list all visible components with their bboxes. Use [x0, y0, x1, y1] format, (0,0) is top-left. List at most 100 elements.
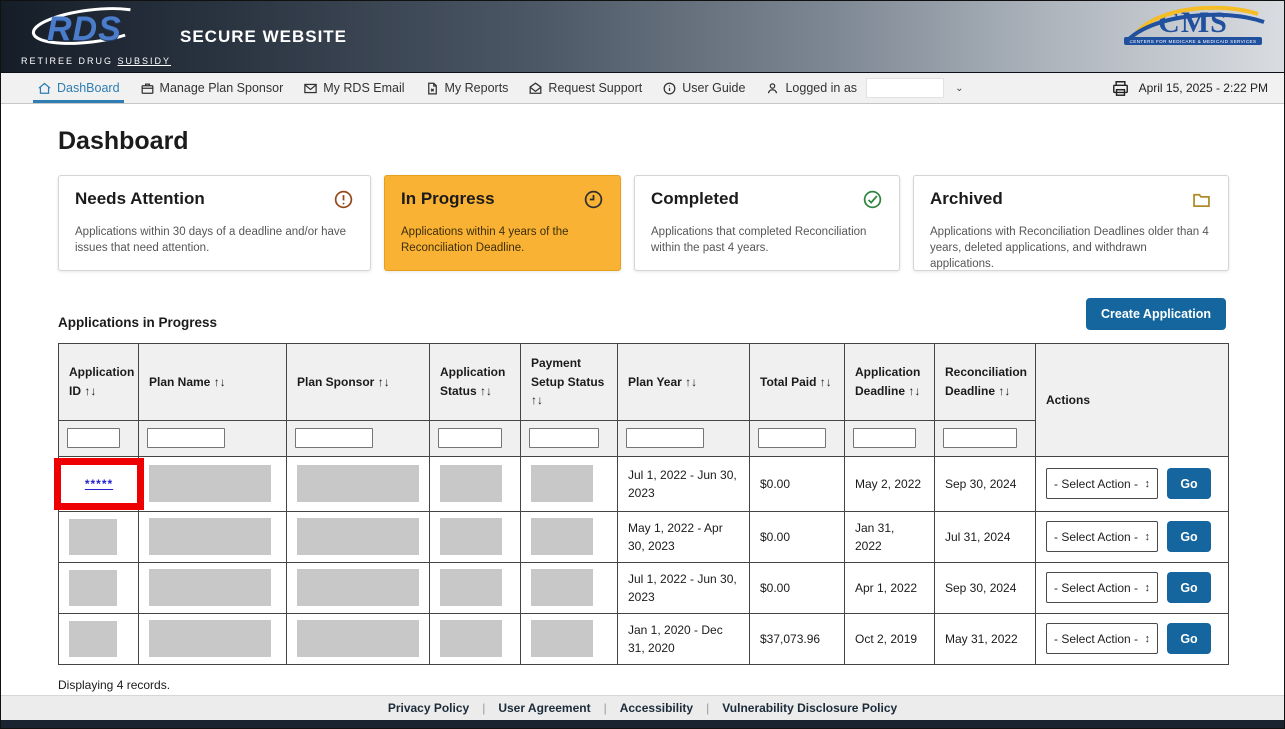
redacted-payment-setup-status: [531, 620, 593, 657]
plan-year-cell: May 1, 2022 - Apr 30, 2023: [618, 511, 750, 562]
nav-item-my-rds-email[interactable]: My RDS Email: [293, 73, 414, 103]
redacted-application-status: [440, 569, 502, 606]
footer-link-privacy-policy[interactable]: Privacy Policy: [388, 701, 469, 715]
card-description: Applications within 30 days of a deadlin…: [75, 224, 354, 256]
footer-link-vulnerability-disclosure-policy[interactable]: Vulnerability Disclosure Policy: [722, 701, 897, 715]
select-action-dropdown[interactable]: - Select Action -↕: [1046, 623, 1158, 654]
application-deadline-cell: Apr 1, 2022: [845, 562, 935, 613]
site-title: SECURE WEBSITE: [180, 27, 347, 47]
nav-item-logged-in-as[interactable]: Logged in as ⌄: [755, 73, 973, 103]
support-icon: [528, 81, 543, 96]
clock-icon: [583, 189, 604, 215]
redacted-plan-sponsor: [297, 518, 419, 555]
reconciliation-deadline-cell: Jul 31, 2024: [935, 511, 1036, 562]
sort-icon[interactable]: ↑↓: [908, 384, 920, 398]
nav-utility-area: April 15, 2025 - 2:22 PM: [1111, 73, 1268, 103]
sort-icon[interactable]: ↑↓: [531, 393, 543, 407]
filter-plan-year-input[interactable]: [626, 428, 704, 448]
table-row: ***** Jul 1, 2022 - Jun 30, 2023 $0.00 M…: [59, 456, 1229, 511]
go-button[interactable]: Go: [1167, 468, 1211, 499]
select-action-dropdown[interactable]: - Select Action -↕: [1046, 572, 1158, 603]
sort-icon[interactable]: ↑↓: [820, 375, 832, 389]
filter-application-id-input[interactable]: [67, 428, 120, 448]
footer-bottom-bar: [1, 720, 1284, 728]
column-header-plan-sponsor[interactable]: Plan Sponsor ↑↓: [287, 344, 430, 421]
applications-table: Application ID ↑↓ Plan Name ↑↓ Plan Spon…: [58, 343, 1229, 665]
column-header-plan-year[interactable]: Plan Year ↑↓: [618, 344, 750, 421]
create-application-button[interactable]: Create Application: [1086, 298, 1226, 330]
footer-separator: |: [604, 701, 607, 715]
application-deadline-cell: May 2, 2022: [845, 456, 935, 511]
sort-icon[interactable]: ↑↓: [685, 375, 697, 389]
go-button[interactable]: Go: [1167, 572, 1211, 603]
sort-icon[interactable]: ↑↓: [214, 375, 226, 389]
cms-logo: CMS CENTERS FOR MEDICARE & MEDICAID SERV…: [1124, 9, 1262, 45]
select-arrows-icon: ↕: [1145, 529, 1151, 546]
briefcase-icon: [140, 81, 155, 96]
table-row: Jan 1, 2020 - Dec 31, 2020 $37,073.96 Oc…: [59, 613, 1229, 664]
select-action-dropdown[interactable]: - Select Action -↕: [1046, 521, 1158, 552]
filter-application-deadline-input[interactable]: [853, 428, 916, 448]
redacted-plan-sponsor: [297, 620, 419, 657]
card-needs-attention[interactable]: Needs Attention Applications within 30 d…: [58, 175, 371, 271]
go-button[interactable]: Go: [1167, 623, 1211, 654]
table-header-row: Application ID ↑↓ Plan Name ↑↓ Plan Spon…: [59, 344, 1229, 421]
select-action-dropdown[interactable]: - Select Action -↕: [1046, 468, 1158, 499]
user-icon: [765, 81, 780, 96]
column-header-reconciliation-deadline[interactable]: Reconciliation Deadline ↑↓: [935, 344, 1036, 421]
rds-logo: RDS Retiree Drug Subsidy: [19, 8, 154, 66]
footer: Privacy Policy | User Agreement | Access…: [1, 695, 1284, 720]
total-paid-cell: $0.00: [750, 511, 845, 562]
site-header: RDS Retiree Drug Subsidy SECURE WEBSITE …: [1, 1, 1284, 73]
card-completed[interactable]: Completed Applications that completed Re…: [634, 175, 900, 271]
card-in-progress[interactable]: In Progress Applications within 4 years …: [384, 175, 621, 271]
filter-total-paid-input[interactable]: [758, 428, 826, 448]
card-title: Needs Attention: [75, 189, 205, 209]
nav-item-manage-plan-sponsor[interactable]: Manage Plan Sponsor: [130, 73, 294, 103]
rds-acronym: RDS: [47, 10, 122, 49]
card-description: Applications within 4 years of the Recon…: [401, 224, 604, 256]
sort-icon[interactable]: ↑↓: [84, 384, 96, 398]
footer-separator: |: [482, 701, 485, 715]
red-highlight-annotation: *****: [54, 458, 144, 510]
filter-reconciliation-deadline-input[interactable]: [943, 428, 1017, 448]
column-header-payment-setup-status[interactable]: Payment Setup Status ↑↓: [521, 344, 618, 421]
application-id-link[interactable]: *****: [85, 475, 113, 493]
redacted-plan-sponsor: [297, 569, 419, 606]
main-content: Dashboard Needs Attention Applications w…: [1, 104, 1284, 695]
filter-plan-name-input[interactable]: [147, 428, 225, 448]
redacted-plan-name: [149, 569, 271, 606]
nav-item-dashboard[interactable]: DashBoard: [27, 73, 130, 103]
alert-icon: [333, 189, 354, 215]
page-title: Dashboard: [58, 127, 1226, 156]
column-header-application-id[interactable]: Application ID ↑↓: [59, 344, 139, 421]
footer-link-user-agreement[interactable]: User Agreement: [498, 701, 590, 715]
nav-item-request-support[interactable]: Request Support: [518, 73, 652, 103]
home-icon: [37, 81, 52, 96]
logged-in-user-select[interactable]: [866, 78, 944, 98]
go-button[interactable]: Go: [1167, 521, 1211, 552]
sort-icon[interactable]: ↑↓: [998, 384, 1010, 398]
cms-arcs-icon: [1116, 2, 1266, 46]
sort-icon[interactable]: ↑↓: [480, 384, 492, 398]
filter-payment-setup-status-input[interactable]: [529, 428, 599, 448]
envelope-icon: [303, 81, 318, 96]
card-description: Applications with Reconciliation Deadlin…: [930, 224, 1212, 272]
filter-plan-sponsor-input[interactable]: [295, 428, 373, 448]
nav-item-user-guide[interactable]: User Guide: [652, 73, 755, 103]
plan-year-cell: Jan 1, 2020 - Dec 31, 2020: [618, 613, 750, 664]
column-header-application-status[interactable]: Application Status ↑↓: [430, 344, 521, 421]
total-paid-cell: $37,073.96: [750, 613, 845, 664]
printer-icon[interactable]: [1111, 79, 1130, 98]
redacted-payment-setup-status: [531, 518, 593, 555]
footer-link-accessibility[interactable]: Accessibility: [620, 701, 693, 715]
column-header-total-paid[interactable]: Total Paid ↑↓: [750, 344, 845, 421]
redacted-application-status: [440, 518, 502, 555]
sort-icon[interactable]: ↑↓: [378, 375, 390, 389]
nav-item-my-reports[interactable]: My Reports: [415, 73, 519, 103]
card-archived[interactable]: Archived Applications with Reconciliatio…: [913, 175, 1229, 271]
column-header-plan-name[interactable]: Plan Name ↑↓: [139, 344, 287, 421]
column-header-application-deadline[interactable]: Application Deadline ↑↓: [845, 344, 935, 421]
reconciliation-deadline-cell: Sep 30, 2024: [935, 456, 1036, 511]
filter-application-status-input[interactable]: [438, 428, 502, 448]
